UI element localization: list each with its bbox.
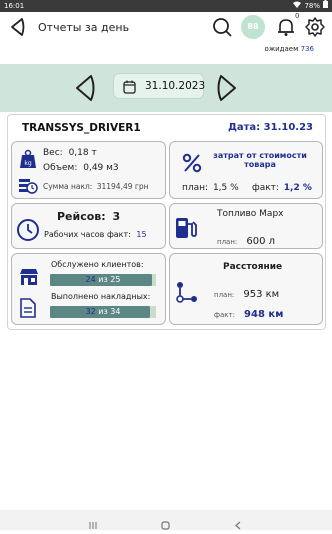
distance-plan-value: 953 км (243, 289, 280, 300)
fuel-card: Топливо Марх план: 600 л (169, 203, 323, 249)
next-day-icon[interactable] (214, 74, 238, 106)
recents-icon[interactable] (89, 515, 97, 534)
distance-fact-value: 948 км (244, 309, 284, 320)
calendar-icon (123, 79, 137, 98)
report-date: Дата: 31.10.23 (227, 122, 313, 133)
clock-icon (16, 218, 40, 246)
trips-count: 3 (112, 210, 121, 223)
page-title: Отчеты за день (38, 21, 130, 34)
invoices-total: 34 (110, 307, 121, 316)
cost-plan-value: 1,5 % (212, 183, 239, 193)
distance-card: Расстояние план: 953 км факт: 948 км (169, 253, 323, 325)
waiting-label: ожидаем (264, 45, 299, 53)
invoices-progress: 32 из 34 (50, 306, 156, 318)
header: Отчеты за день 88 0 ожидаем 736 (0, 12, 332, 64)
served-total: 25 (110, 275, 121, 284)
cost-card: затрат от стоимости товара план: 1,5 % ф… (169, 141, 323, 199)
notification-count: 0 (295, 12, 300, 20)
nav-back-icon[interactable] (234, 515, 241, 534)
current-date: 31.10.2023 (145, 80, 206, 92)
served-done: 24 (85, 275, 96, 284)
search-icon[interactable] (211, 16, 233, 38)
served-of: из (98, 275, 108, 284)
money-clock-icon (18, 176, 38, 198)
report-panel: TRANSSYS_DRIVER1 Дата: 31.10.23 kg Вес: … (7, 114, 326, 330)
sum-label: Сумма накл: (43, 182, 93, 191)
fuel-title: Топливо Марх (217, 209, 284, 219)
cost-fact-label: факт: (252, 183, 279, 193)
bell-icon[interactable] (275, 16, 297, 38)
hours-label: Рабочих часов факт: (44, 230, 131, 239)
volume-label: Объем: (43, 163, 78, 173)
waiting-indicator: ожидаем 736 (265, 45, 314, 53)
wifi-icon (293, 0, 302, 12)
back-icon[interactable] (8, 16, 30, 38)
driver-name: TRANSSYS_DRIVER1 (22, 122, 141, 134)
trips-label: Рейсов: (57, 210, 106, 223)
weight-label: Вес: (43, 148, 63, 158)
invoices-of: из (98, 307, 108, 316)
date-bar: 31.10.2023 (0, 64, 332, 112)
fuel-plan-value: 600 л (246, 236, 276, 247)
waiting-count: 736 (300, 45, 314, 53)
fuel-plan-label: план: (217, 238, 238, 246)
invoices-label: Выполнено накладных: (51, 292, 151, 301)
sum-value: 31194,49 грн (96, 182, 149, 191)
cost-plan-label: план: (182, 183, 209, 193)
home-icon[interactable] (161, 515, 170, 534)
distance-title: Расстояние (223, 262, 283, 272)
percent-icon (181, 152, 203, 178)
prev-day-icon[interactable] (74, 74, 98, 106)
volume-value: 0,49 м3 (83, 163, 119, 173)
invoices-done: 32 (85, 307, 96, 316)
date-picker[interactable]: 31.10.2023 (113, 73, 206, 99)
svg-text:kg: kg (24, 160, 31, 167)
trips-card: Рейсов: 3 Рабочих часов факт: 15 (11, 203, 166, 249)
weight-card: kg Вес: 0,18 т Объем: 0,49 м3 Сумма накл… (11, 141, 166, 199)
battery-percent: 78% (304, 2, 320, 10)
hours-value: 15 (136, 230, 147, 239)
store-icon (19, 268, 39, 290)
distance-fact-label: факт: (214, 311, 235, 319)
clients-card: Обслужено клиентов: 24 из 25 Выполнено н… (11, 253, 166, 325)
served-label: Обслужено клиентов: (51, 260, 144, 269)
cost-title: затрат от стоимости товара (213, 151, 307, 169)
system-nav-bar (0, 510, 332, 530)
avatar[interactable]: 88 (241, 15, 265, 39)
battery-icon (323, 0, 328, 12)
weight-icon: kg (18, 149, 38, 173)
document-icon (20, 298, 36, 322)
weight-value: 0,18 т (68, 148, 97, 158)
fuel-pump-icon (175, 216, 197, 244)
gear-icon[interactable] (304, 16, 326, 38)
served-progress: 24 из 25 (50, 274, 156, 286)
status-bar: 16:01 78% (0, 0, 332, 12)
route-icon (176, 281, 198, 307)
distance-plan-label: план: (214, 291, 235, 299)
cost-fact-value: 1,2 % (283, 183, 312, 193)
status-time: 16:01 (4, 2, 25, 10)
